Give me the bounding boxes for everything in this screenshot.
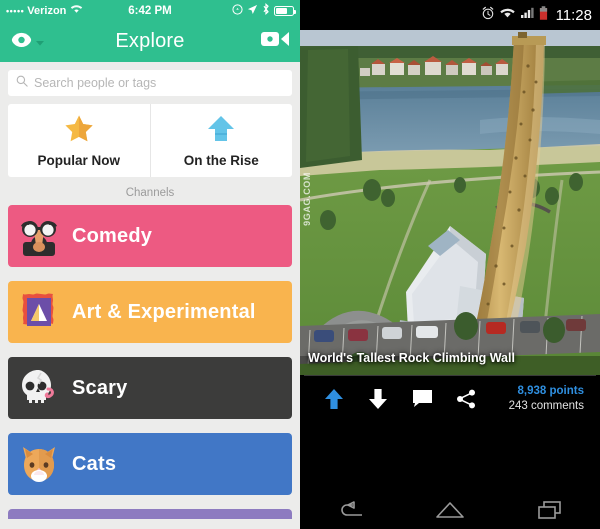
channel-row-comedy[interactable]: Comedy [8, 205, 292, 267]
android-status-bar: 11:28 [300, 0, 600, 30]
channel-label: Cats [72, 452, 117, 475]
video-camera-icon [261, 32, 289, 46]
comments-label: 243 comments [508, 399, 584, 412]
alarm-clock-icon [481, 6, 495, 25]
skull-icon [16, 365, 62, 411]
post-image[interactable]: ATRIUM [300, 30, 600, 375]
back-button[interactable] [320, 500, 380, 519]
post-action-bar: 8,938 points 243 comments [300, 376, 600, 421]
recent-apps-button[interactable] [520, 500, 580, 519]
page-title: Explore [115, 30, 185, 52]
downvote-button[interactable] [356, 388, 400, 410]
channel-row-cats[interactable]: Cats [8, 433, 292, 495]
eye-logo-icon [10, 31, 33, 53]
android-navigation-bar [300, 490, 600, 529]
comment-bubble-icon [412, 390, 432, 407]
video-camera-button[interactable] [260, 28, 290, 55]
on-the-rise-label: On the Rise [183, 152, 259, 168]
ios-navigation-bar: Explore [0, 21, 300, 62]
wifi-icon [499, 6, 515, 24]
on-the-rise-button[interactable]: On the Rise [149, 104, 293, 177]
down-arrow-icon [369, 388, 387, 409]
channel-label: Scary [72, 376, 128, 399]
points-label: 8,938 points [517, 385, 584, 398]
search-icon [16, 74, 28, 92]
upvote-button[interactable] [312, 388, 356, 410]
bluetooth-icon [262, 3, 270, 18]
battery-icon [274, 5, 296, 16]
post-stats: 8,938 points 243 comments [509, 384, 588, 412]
quick-actions-card: Popular Now On the Rise [8, 104, 292, 177]
up-arrow-icon [207, 114, 235, 149]
search-placeholder: Search people or tags [34, 76, 157, 90]
cat-face-icon [16, 441, 62, 487]
rotation-lock-icon [232, 3, 243, 18]
share-button[interactable] [444, 389, 488, 409]
battery-low-icon [539, 5, 548, 25]
channel-label: Comedy [72, 224, 153, 247]
channel-label: Art & Experimental [72, 300, 256, 323]
popular-now-label: Popular Now [37, 152, 120, 168]
wifi-icon [70, 4, 83, 17]
signal-dots-icon: ••••• [6, 5, 25, 16]
dual-screenshot-stage: ••••• Verizon 6:42 PM Explore Search peo… [0, 0, 600, 529]
home-button[interactable] [420, 501, 480, 519]
climbing-wall-photo: ATRIUM [300, 30, 600, 375]
groucho-glasses-icon [16, 213, 62, 259]
star-icon [63, 114, 95, 149]
channel-row-next-peek[interactable] [8, 509, 292, 519]
ios-content: Search people or tags Popular Now On the… [0, 62, 300, 519]
ios-phone-screen: ••••• Verizon 6:42 PM Explore Search peo… [0, 0, 300, 529]
android-phone-screen: 11:28 9GAG.COM World's Tallest Rock Clim… [300, 0, 600, 529]
ios-status-bar: ••••• Verizon 6:42 PM [0, 0, 300, 21]
post-caption: World's Tallest Rock Climbing Wall [308, 351, 515, 365]
framed-painting-icon [16, 289, 62, 335]
location-arrow-icon [247, 4, 258, 18]
cell-signal-icon [520, 6, 534, 24]
search-input[interactable]: Search people or tags [8, 70, 292, 96]
recent-apps-icon [538, 500, 561, 519]
android-clock: 11:28 [555, 6, 592, 24]
watermark: 9GAG.COM [302, 172, 312, 226]
popular-now-button[interactable]: Popular Now [8, 104, 150, 177]
ios-status-icons [232, 3, 296, 18]
chevron-down-icon [36, 33, 44, 51]
back-icon [341, 500, 362, 516]
channels-header: Channels [125, 187, 175, 199]
eye-logo-button[interactable] [10, 31, 44, 53]
comment-button[interactable] [400, 389, 444, 408]
up-arrow-icon [325, 388, 343, 409]
home-icon [436, 501, 464, 518]
channel-row-art-experimental[interactable]: Art & Experimental [8, 281, 292, 343]
carrier-label: Verizon [27, 4, 67, 17]
channel-row-scary[interactable]: Scary [8, 357, 292, 419]
share-icon [457, 389, 475, 408]
